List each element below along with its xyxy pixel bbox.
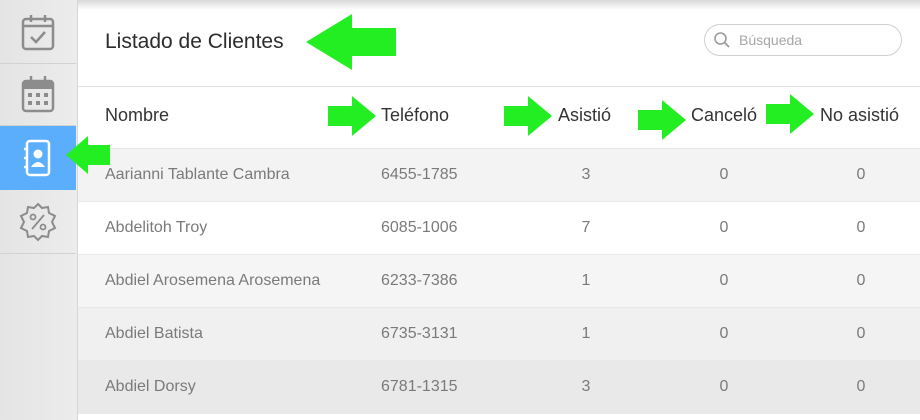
attended-count: 3 (581, 378, 591, 395)
no-show-count: 0 (856, 378, 866, 395)
attended-count: 1 (581, 325, 591, 342)
column-header-cancelled[interactable]: Canceló (691, 105, 757, 126)
app-window: Listado de Clientes Nombre Teléfono Asis… (0, 0, 920, 420)
attended-count: 1 (581, 272, 591, 289)
calendar-grid-icon (21, 75, 55, 112)
client-name: Abdiel Arosemena Arosemena (105, 272, 321, 289)
contact-book-icon (24, 139, 51, 177)
table-header: Nombre Teléfono Asistió Canceló No asist… (78, 87, 920, 149)
client-name: Abdelitoh Troy (105, 219, 208, 236)
table-row[interactable]: Abdiel Arosemena Arosemena 6233-7386 1 0… (78, 255, 920, 308)
cancelled-count: 0 (719, 378, 729, 395)
client-phone: 6233-7386 (381, 272, 458, 289)
search-icon (714, 32, 730, 48)
client-phone: 6085-1006 (381, 219, 458, 236)
client-table-body: Aarianni Tablante Cambra 6455-1785 3 0 0… (78, 149, 920, 414)
page-title: Listado de Clientes (105, 30, 284, 53)
calendar-check-icon (21, 14, 55, 50)
column-header-no-show[interactable]: No asistió (820, 105, 899, 126)
column-header-phone[interactable]: Teléfono (381, 105, 449, 126)
cancelled-count: 0 (719, 272, 729, 289)
sidebar (0, 0, 78, 420)
header-bar: Listado de Clientes (78, 0, 920, 87)
sidebar-item-calendar[interactable] (0, 62, 76, 126)
attended-count: 3 (581, 166, 591, 183)
column-header-attended[interactable]: Asistió (558, 105, 611, 126)
discount-badge-icon (19, 202, 57, 241)
sidebar-item-promotions[interactable] (0, 190, 76, 254)
table-row[interactable]: Abdelitoh Troy 6085-1006 7 0 0 (78, 202, 920, 255)
attended-count: 7 (581, 219, 591, 236)
client-phone: 6781-1315 (381, 378, 458, 395)
no-show-count: 0 (856, 166, 866, 183)
cancelled-count: 0 (719, 325, 729, 342)
client-name: Abdiel Batista (105, 325, 203, 342)
main-panel: Listado de Clientes Nombre Teléfono Asis… (78, 0, 920, 420)
cancelled-count: 0 (719, 219, 729, 236)
no-show-count: 0 (856, 219, 866, 236)
client-name: Aarianni Tablante Cambra (105, 166, 290, 183)
table-row[interactable]: Abdiel Dorsy 6781-1315 3 0 0 (78, 361, 920, 414)
top-shadow (78, 0, 920, 10)
search-input[interactable] (737, 31, 891, 49)
table-row[interactable]: Aarianni Tablante Cambra 6455-1785 3 0 0 (78, 149, 920, 202)
sidebar-item-appointments[interactable] (0, 0, 76, 64)
column-header-name[interactable]: Nombre (105, 105, 169, 126)
client-name: Abdiel Dorsy (105, 378, 196, 395)
client-phone: 6735-3131 (381, 325, 458, 342)
no-show-count: 0 (856, 325, 866, 342)
search-box[interactable] (704, 24, 902, 56)
client-phone: 6455-1785 (381, 166, 458, 183)
table-row[interactable]: Abdiel Batista 6735-3131 1 0 0 (78, 308, 920, 361)
no-show-count: 0 (856, 272, 866, 289)
sidebar-item-clients[interactable] (0, 126, 76, 190)
cancelled-count: 0 (719, 166, 729, 183)
